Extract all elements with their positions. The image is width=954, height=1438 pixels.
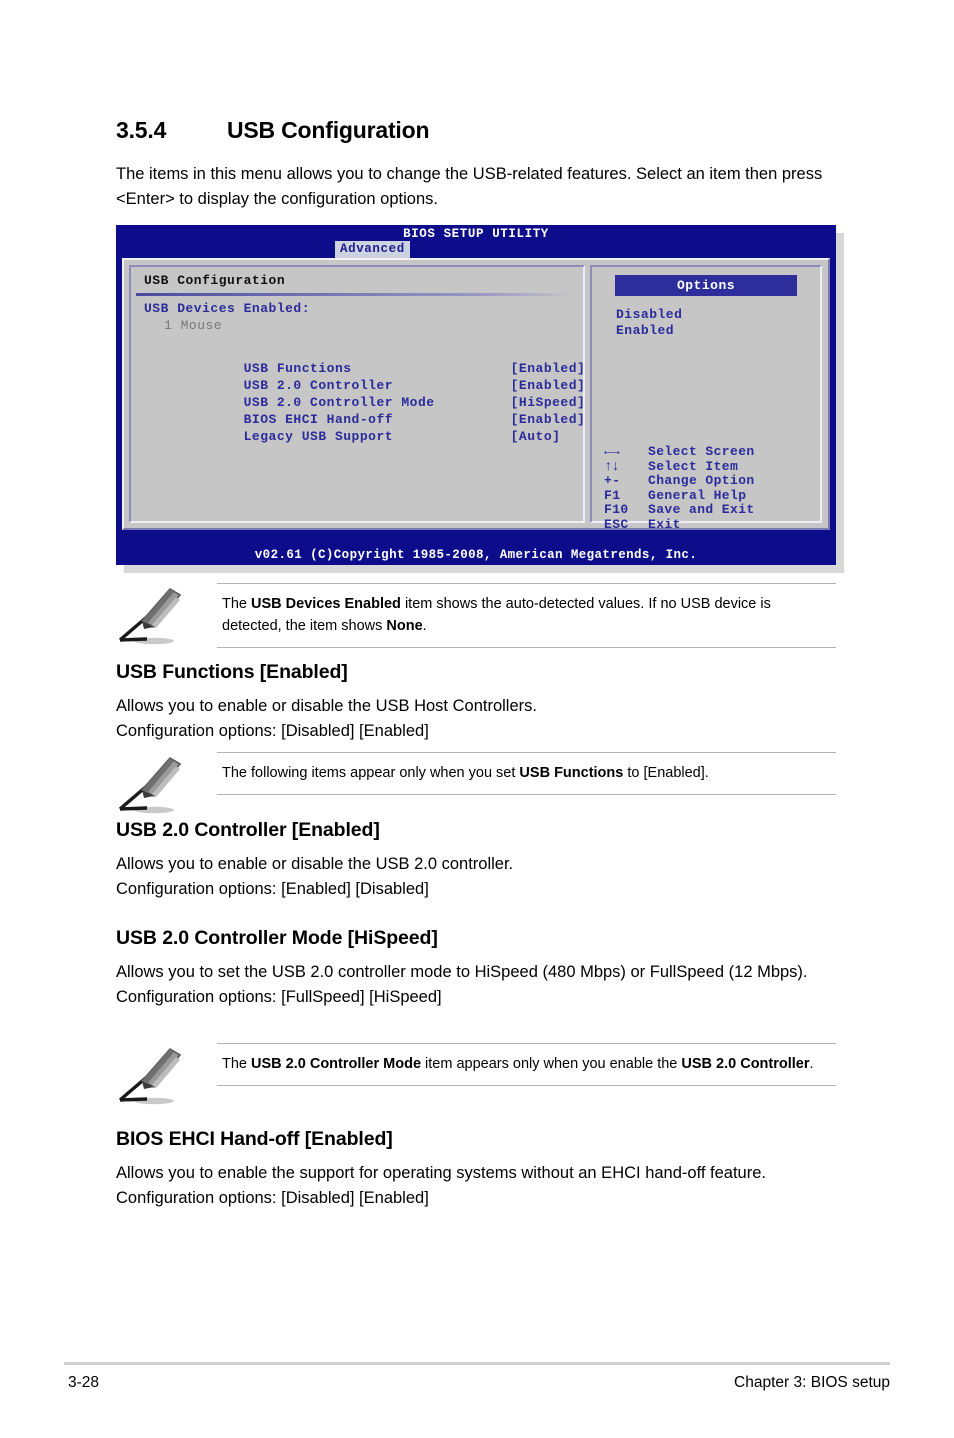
key-f10: F10 [604,502,629,517]
key-help-label: Save and Exit [648,502,755,517]
note-1-b1: USB Devices Enabled [251,596,401,612]
key-help-row-general-help: F1 General Help [604,487,755,504]
heading-usb-20-controller: USB 2.0 Controller [Enabled] [116,819,380,841]
bios-options-pane: Options Disabled Enabled ←→ Select Scree… [590,265,822,531]
bios-item-value: [Auto] [510,429,561,444]
bios-item-usb-20-controller[interactable]: USB 2.0 Controller [Enabled] [144,363,585,393]
tab-advanced[interactable]: Advanced [335,241,410,258]
section-title: USB Configuration [227,117,430,143]
note-body-1: The USB Devices Enabled item shows the a… [217,583,836,648]
usb-devices-enabled-label: USB Devices Enabled: [144,301,311,316]
key-help-label: Select Screen [648,444,755,459]
note-3-t2: item appears only when you enable the [421,1056,682,1072]
bios-item-legacy-usb-support[interactable]: Legacy USB Support [Auto] [144,414,585,444]
key-help-label: Exit [648,516,681,532]
heading-usb-20-controller-mode: USB 2.0 Controller Mode [HiSpeed] [116,927,438,949]
page-title: 3.5.4 USB Configuration [116,117,430,144]
para-line-2: Configuration options: [Disabled] [Enabl… [116,1189,429,1207]
heading-bios-ehci-hand-off: BIOS EHCI Hand-off [Enabled] [116,1128,393,1150]
section-intro: The items in this menu allows you to cha… [116,165,823,208]
options-header: Options [615,275,797,296]
bios-copyright: v02.61 (C)Copyright 1985-2008, American … [116,546,836,565]
note-1-t1: The [222,596,252,612]
note-text-1: The USB Devices Enabled item shows the a… [217,584,836,647]
bios-item-usb-functions[interactable]: USB Functions [Enabled] [144,346,585,376]
key-help-row-exit: ESC Exit [604,516,755,533]
document-page: 3.5.4 USB Configuration The items in thi… [0,0,954,1438]
para-line-1: Allows you to enable or disable the USB … [116,855,514,873]
note-body-2: The following items appear only when you… [217,752,836,795]
bios-screenshot: BIOS SETUP UTILITY Advanced USB Configur… [116,225,836,565]
key-help-row-select-screen: ←→ Select Screen [604,444,755,460]
key-help-label: Select Item [648,458,739,474]
key-help-label: General Help [648,487,747,503]
para-line-2: Configuration options: [Disabled] [Enabl… [116,722,429,740]
bios-title: BIOS SETUP UTILITY [403,227,549,241]
note-1-t3: . [422,618,427,634]
key-esc: ESC [604,516,629,532]
bios-item-label: Legacy USB Support [243,429,394,444]
bios-item-usb-20-controller-mode[interactable]: USB 2.0 Controller Mode [HiSpeed] [144,380,585,410]
page-number: 3-28 [68,1374,100,1391]
bios-body: USB Configuration USB Devices Enabled: 1… [122,258,830,531]
heading-usb-functions: USB Functions [Enabled] [116,661,348,683]
usb-devices-enabled-value: 1 Mouse [164,318,223,333]
bios-item-list: USB Functions [Enabled] USB 2.0 Controlle… [144,346,585,444]
section-number: 3.5.4 [116,117,167,143]
plus-minus-icon: +- [604,473,621,488]
para-line-2: Configuration options: [FullSpeed] [HiSp… [116,988,442,1006]
option-disabled[interactable]: Disabled [616,307,682,323]
para-line-1: Allows you to enable the support for ope… [116,1164,766,1182]
key-f1: F1 [604,487,621,503]
note-text-3: The USB 2.0 Controller Mode item appears… [217,1044,836,1085]
para-usb-20-controller: Allows you to enable or disable the USB … [116,852,846,902]
para-usb-20-controller-mode: Allows you to set the USB 2.0 controller… [116,960,846,1010]
note-3-b1: USB 2.0 Controller Mode [251,1056,422,1072]
key-help-row-save-and-exit: F10 Save and Exit [604,502,755,518]
note-body-3: The USB 2.0 Controller Mode item appears… [217,1043,836,1086]
pencil-icon [118,1043,188,1109]
para-usb-functions: Allows you to enable or disable the USB … [116,694,846,744]
bios-item-bios-ehci-hand-off[interactable]: BIOS EHCI Hand-off [Enabled] [144,397,585,427]
note-2-t1: The following items appear only when you… [222,765,520,781]
key-help-row-change-option: +- Change Option [604,473,755,489]
chapter-label: Chapter 3: BIOS setup [734,1374,890,1391]
note-1-b2: None [386,618,423,634]
arrow-left-right-icon: ←→ [604,444,620,460]
note-text-2: The following items appear only when you… [217,753,836,794]
options-list: Disabled Enabled [616,307,682,339]
option-enabled[interactable]: Enabled [616,323,682,339]
para-bios-ehci-hand-off: Allows you to enable the support for ope… [116,1161,846,1211]
footer-divider [64,1362,890,1365]
bios-key-help: ←→ Select Screen ↑↓ Select Item +- Chang… [604,444,755,533]
para-line-1: Allows you to set the USB 2.0 controller… [116,963,808,981]
pencil-icon [118,583,188,649]
note-3-t3: . [809,1056,814,1072]
note-3-b2: USB 2.0 Controller [681,1056,810,1072]
bios-divider [136,293,574,296]
bios-main-pane: USB Configuration USB Devices Enabled: 1… [129,265,585,523]
para-line-2: Configuration options: [Enabled] [Disabl… [116,880,429,898]
pencil-icon [118,752,188,818]
arrow-up-down-icon: ↑↓ [604,458,620,475]
key-help-row-select-item: ↑↓ Select Item [604,458,755,475]
note-3-t1: The [222,1056,252,1072]
note-2-b1: USB Functions [519,765,624,781]
bios-config-title: USB Configuration [144,273,286,288]
key-help-label: Change Option [648,473,755,488]
para-line-1: Allows you to enable or disable the USB … [116,697,537,715]
note-2-t2: to [Enabled]. [623,765,709,781]
